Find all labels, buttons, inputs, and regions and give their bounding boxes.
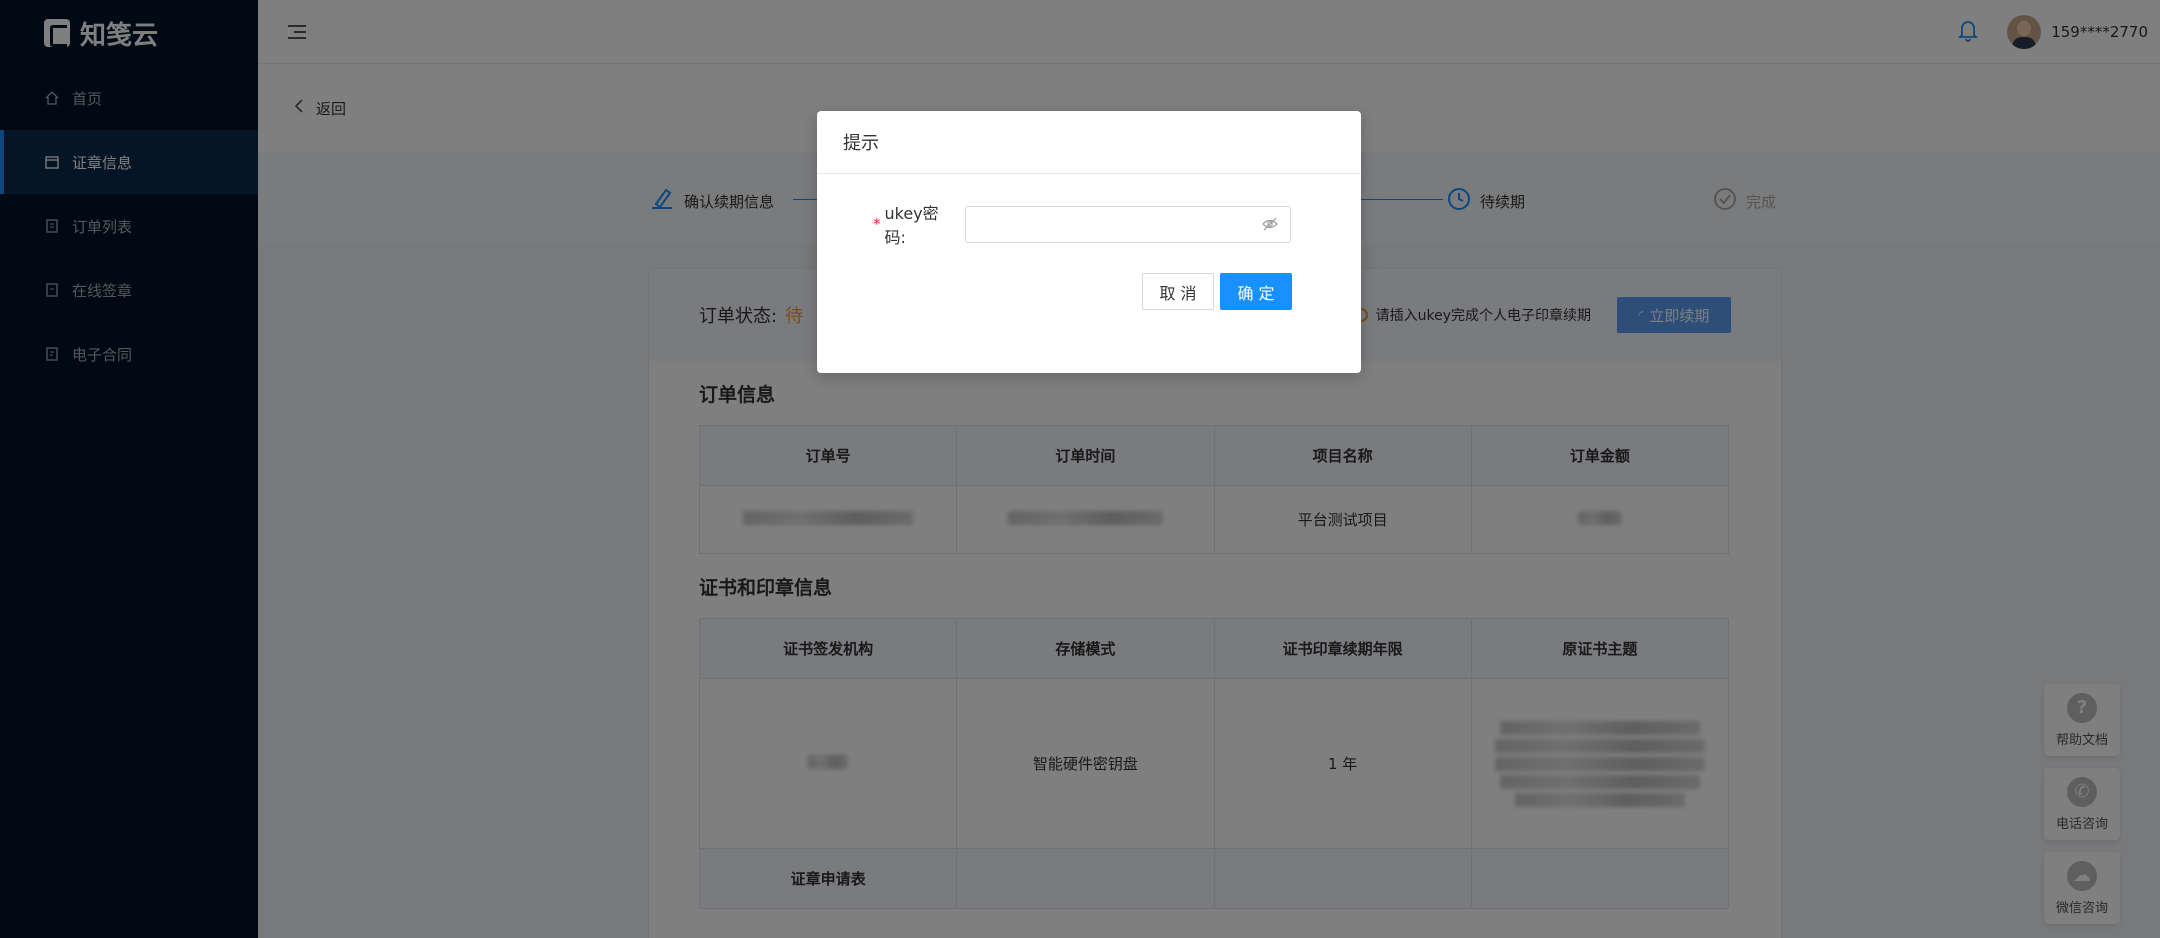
cancel-button[interactable]: 取 消: [1142, 273, 1214, 310]
eye-off-icon[interactable]: [1261, 217, 1278, 235]
modal-title: 提示: [817, 111, 1361, 174]
ukey-password-dialog: 提示 * ukey密码: 取 消 确 定: [817, 111, 1361, 373]
required-mark: *: [873, 215, 881, 233]
confirm-button[interactable]: 确 定: [1220, 273, 1292, 310]
ukey-password-label: ukey密码:: [884, 204, 939, 247]
ukey-password-row: * ukey密码:: [873, 200, 1291, 248]
ukey-password-input[interactable]: [964, 205, 1291, 243]
